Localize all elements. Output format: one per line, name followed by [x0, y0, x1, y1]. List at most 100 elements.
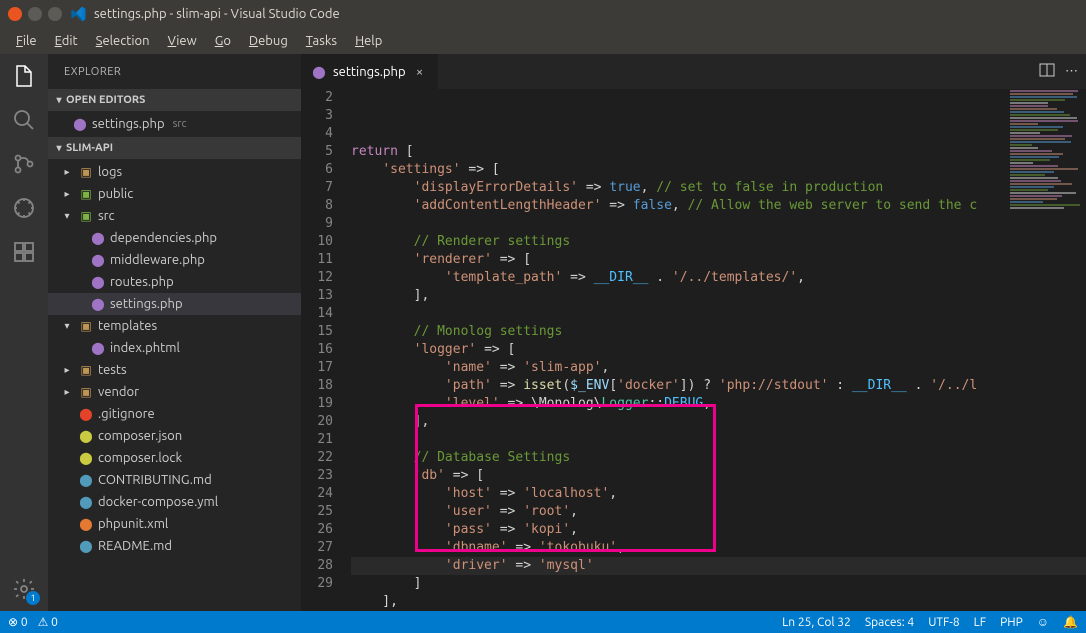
- status-lncol[interactable]: Ln 25, Col 32: [782, 616, 851, 629]
- status-spaces[interactable]: Spaces: 4: [865, 616, 914, 629]
- folder-public[interactable]: ▸ ▣ public: [48, 183, 301, 205]
- folder-logs[interactable]: ▸ ▣ logs: [48, 161, 301, 183]
- tree-label: tests: [98, 363, 127, 377]
- menu-edit[interactable]: Edit: [47, 32, 86, 50]
- settings-gear-icon[interactable]: 1: [10, 575, 38, 603]
- close-window-icon[interactable]: [8, 7, 22, 21]
- folder-templates[interactable]: ▾ ▣ templates: [48, 315, 301, 337]
- menubar: FileEditSelectionViewGoDebugTasksHelp: [0, 28, 1086, 54]
- tree-label: README.md: [98, 539, 172, 553]
- window-controls: [8, 7, 62, 21]
- tree-label: middleware.php: [110, 253, 205, 267]
- folder-icon: ▣: [78, 186, 94, 202]
- chevron-icon: ▸: [60, 166, 74, 178]
- json-file-icon: ⬤: [78, 428, 94, 444]
- window-title: settings.php - slim-api - Visual Studio …: [94, 7, 340, 21]
- settings-badge: 1: [26, 591, 40, 605]
- vscode-icon: [70, 6, 86, 22]
- file-composer.json[interactable]: ⬤ composer.json: [48, 425, 301, 447]
- more-actions-icon[interactable]: ⋯: [1065, 64, 1078, 79]
- tree-label: vendor: [98, 385, 139, 399]
- gutter: 2345678910111213141516171819202122232425…: [301, 89, 351, 611]
- tree-label: src: [98, 209, 115, 223]
- tab-bar: ⬤ settings.php × ⋯: [301, 54, 1086, 89]
- php-file-icon: ⬤: [90, 340, 106, 356]
- file-CONTRIBUTING.md[interactable]: ⬤CONTRIBUTING.md: [48, 469, 301, 491]
- file-dependencies.php[interactable]: ⬤ dependencies.php: [48, 227, 301, 249]
- menu-help[interactable]: Help: [347, 32, 390, 50]
- git-file-icon: ⬤: [78, 406, 94, 422]
- chevron-icon: ▸: [60, 188, 74, 200]
- folder-icon: ▣: [78, 362, 94, 378]
- source-control-icon[interactable]: [10, 150, 38, 178]
- open-editor-item[interactable]: ⬤ settings.php src: [48, 113, 301, 135]
- maximize-window-icon[interactable]: [48, 7, 62, 21]
- md-file-icon: ⬤: [78, 472, 94, 488]
- tree-label: logs: [98, 165, 122, 179]
- menu-tasks[interactable]: Tasks: [298, 32, 345, 50]
- editor-area: ⬤ settings.php × ⋯ 234567891011121314151…: [301, 54, 1086, 611]
- folder-tests[interactable]: ▸ ▣ tests: [48, 359, 301, 381]
- folder-icon: ▣: [78, 318, 94, 334]
- sidebar: EXPLORER ▾OPEN EDITORS ⬤ settings.php sr…: [48, 54, 301, 611]
- menu-go[interactable]: Go: [207, 32, 239, 50]
- tree-label: templates: [98, 319, 157, 333]
- extensions-icon[interactable]: [10, 238, 38, 266]
- split-editor-icon[interactable]: [1039, 62, 1055, 81]
- minimap[interactable]: [1006, 89, 1086, 289]
- status-eol[interactable]: LF: [974, 616, 986, 629]
- file-index.phtml[interactable]: ⬤ index.phtml: [48, 337, 301, 359]
- file-composer.lock[interactable]: ⬤ composer.lock: [48, 447, 301, 469]
- code-content[interactable]: return [ 'settings' => [ 'displayErrorDe…: [351, 89, 1086, 611]
- editor[interactable]: 2345678910111213141516171819202122232425…: [301, 89, 1086, 611]
- tree-label: routes.php: [110, 275, 174, 289]
- close-tab-icon[interactable]: ×: [412, 65, 428, 79]
- php-file-icon: ⬤: [90, 252, 106, 268]
- tree-label: settings.php: [110, 297, 183, 311]
- chevron-icon: ▸: [60, 364, 74, 376]
- folder-vendor[interactable]: ▸▣vendor: [48, 381, 301, 403]
- php-file-icon: ⬤: [311, 64, 327, 80]
- status-warnings[interactable]: ⚠ 0: [38, 615, 58, 629]
- file-routes.php[interactable]: ⬤routes.php: [48, 271, 301, 293]
- tree-label: dependencies.php: [110, 231, 217, 245]
- file-docker-compose.yml[interactable]: ⬤docker-compose.yml: [48, 491, 301, 513]
- debug-icon[interactable]: [10, 194, 38, 222]
- menu-file[interactable]: File: [8, 32, 45, 50]
- tree-label: composer.json: [98, 429, 182, 443]
- folder-src[interactable]: ▾▣src: [48, 205, 301, 227]
- status-encoding[interactable]: UTF-8: [928, 616, 959, 629]
- menu-view[interactable]: View: [160, 32, 205, 50]
- json-file-icon: ⬤: [78, 450, 94, 466]
- statusbar: ⊗ 0 ⚠ 0 Ln 25, Col 32 Spaces: 4 UTF-8 LF…: [0, 611, 1086, 633]
- php-file-icon: ⬤: [90, 230, 106, 246]
- file-README.md[interactable]: ⬤README.md: [48, 535, 301, 557]
- tree-label: composer.lock: [98, 451, 182, 465]
- folder-icon: ▣: [78, 164, 94, 180]
- tree-label: public: [98, 187, 133, 201]
- status-language[interactable]: PHP: [1000, 616, 1023, 629]
- explorer-icon[interactable]: [10, 62, 38, 90]
- php-file-icon: ⬤: [72, 116, 88, 132]
- open-editors-header[interactable]: ▾OPEN EDITORS: [48, 89, 301, 111]
- chevron-icon: ▾: [60, 320, 74, 332]
- tab-settings-php[interactable]: ⬤ settings.php ×: [301, 54, 439, 89]
- file-settings.php[interactable]: ⬤settings.php: [48, 293, 301, 315]
- minimize-window-icon[interactable]: [28, 7, 42, 21]
- tree-label: index.phtml: [110, 341, 180, 355]
- folder-icon: ▣: [78, 208, 94, 224]
- status-bell-icon[interactable]: 🔔: [1063, 615, 1078, 629]
- project-header[interactable]: ▾SLIM-API: [48, 137, 301, 159]
- activitybar: 1: [0, 54, 48, 611]
- sidebar-title: EXPLORER: [48, 54, 301, 89]
- menu-selection[interactable]: Selection: [88, 32, 158, 50]
- status-errors[interactable]: ⊗ 0: [8, 615, 28, 629]
- status-feedback-icon[interactable]: ☺: [1037, 615, 1049, 629]
- search-icon[interactable]: [10, 106, 38, 134]
- tree-label: .gitignore: [98, 407, 155, 421]
- menu-debug[interactable]: Debug: [241, 32, 296, 50]
- tree-label: phpunit.xml: [98, 517, 168, 531]
- file-middleware.php[interactable]: ⬤ middleware.php: [48, 249, 301, 271]
- file-.gitignore[interactable]: ⬤ .gitignore: [48, 403, 301, 425]
- file-phpunit.xml[interactable]: ⬤phpunit.xml: [48, 513, 301, 535]
